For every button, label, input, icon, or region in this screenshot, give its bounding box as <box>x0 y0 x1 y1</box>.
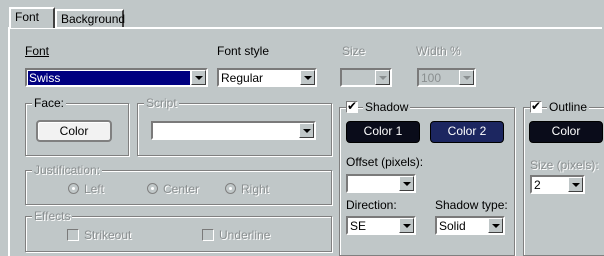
chevron-down-icon[interactable] <box>399 176 414 191</box>
width-value: 100 <box>421 71 442 85</box>
justification-group-title: Justification: <box>32 163 103 177</box>
outline-size-value: 2 <box>534 178 541 192</box>
font-style-label: Font style <box>217 44 270 58</box>
shadow-offset-select[interactable] <box>346 174 416 193</box>
shadow-checkbox[interactable]: ✔ <box>346 99 358 113</box>
justify-right-label: Right <box>241 182 270 196</box>
font-label: Font <box>25 44 50 58</box>
chevron-down-icon[interactable] <box>191 70 206 85</box>
font-style-value: Regular <box>221 71 264 85</box>
strikeout-label: Strikeout <box>84 228 132 242</box>
outline-color-button[interactable]: Color <box>529 121 603 143</box>
shadow-color2-label: Color 2 <box>447 124 487 138</box>
outline-size-label: Size (pixels): <box>530 158 599 172</box>
width-select[interactable]: 100 <box>417 68 476 87</box>
strikeout-checkbox[interactable] <box>67 229 79 241</box>
shadow-direction-select[interactable]: SE <box>346 216 416 235</box>
shadow-type-value: Solid <box>439 219 466 233</box>
checkmark-icon: ✔ <box>531 99 542 113</box>
size-select[interactable] <box>340 68 392 87</box>
tab-font[interactable]: Font <box>9 7 55 28</box>
underline-checkbox[interactable] <box>202 229 214 241</box>
shadow-type-select[interactable]: Solid <box>435 216 505 235</box>
chevron-down-icon[interactable] <box>568 177 583 192</box>
chevron-down-icon[interactable] <box>299 123 314 138</box>
shadow-direction-label: Direction: <box>346 198 397 212</box>
script-group-title: Script <box>144 96 179 110</box>
script-select[interactable] <box>151 121 316 140</box>
justify-right-radio[interactable] <box>225 183 236 194</box>
underline-label: Underline <box>219 228 271 242</box>
font-value: Swiss <box>28 71 190 85</box>
shadow-color1-label: Color 1 <box>363 124 403 138</box>
tab-font-label: Font <box>15 10 40 24</box>
justify-center-radio[interactable] <box>147 183 158 194</box>
justify-left-label: Left <box>84 182 105 196</box>
outline-color-label: Color <box>551 124 581 138</box>
face-color-label: Color <box>59 124 89 138</box>
justify-left-radio[interactable] <box>68 183 79 194</box>
chevron-down-icon[interactable] <box>399 218 414 233</box>
face-color-button[interactable]: Color <box>36 120 112 142</box>
chevron-down-icon[interactable] <box>375 70 390 85</box>
outline-size-select[interactable]: 2 <box>530 175 585 194</box>
checkmark-icon: ✔ <box>347 99 358 113</box>
outline-checkbox[interactable]: ✔ <box>530 99 542 113</box>
outline-title: Outline <box>547 100 590 114</box>
chevron-down-icon[interactable] <box>488 218 503 233</box>
font-select[interactable]: Swiss <box>25 68 208 87</box>
width-label: Width % <box>416 44 461 58</box>
shadow-type-label: Shadow type: <box>435 198 508 212</box>
tab-background-label: Background <box>61 12 126 26</box>
effects-group-title: Effects <box>32 209 73 223</box>
shadow-offset-label: Offset (pixels): <box>346 155 424 169</box>
justify-center-label: Center <box>163 182 200 196</box>
shadow-title: Shadow <box>363 100 411 114</box>
size-label: Size <box>342 44 366 58</box>
shadow-color2-button[interactable]: Color 2 <box>430 121 504 143</box>
chevron-down-icon[interactable] <box>300 70 315 85</box>
tab-background[interactable]: Background <box>55 9 126 27</box>
chevron-down-icon[interactable] <box>459 70 474 85</box>
font-style-select[interactable]: Regular <box>217 68 317 87</box>
face-group-title: Face: <box>32 96 67 110</box>
shadow-color1-button[interactable]: Color 1 <box>346 121 420 143</box>
shadow-direction-value: SE <box>350 219 367 233</box>
